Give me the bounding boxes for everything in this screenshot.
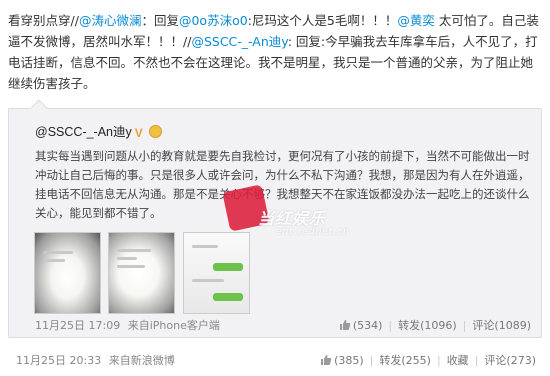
- post-text-segment: :尼玛这个人是5毛啊！！！: [247, 13, 398, 28]
- verified-icon: V: [134, 126, 143, 140]
- divider: |: [462, 318, 467, 332]
- divider: |: [436, 353, 441, 367]
- watermark: 当红娱乐 ent.rednet.cn: [258, 205, 349, 237]
- post-like-count: (385): [334, 353, 364, 367]
- quote-like-button[interactable]: (534): [339, 318, 383, 332]
- post-text-segment: //: [70, 13, 79, 28]
- thumbs-up-icon: [339, 319, 351, 330]
- quote-author: @SSCC-_-An迪y V: [35, 121, 162, 140]
- divider: |: [369, 353, 374, 367]
- post-comment-button[interactable]: 评论(273): [484, 352, 536, 368]
- post-text-segment: ：回复: [141, 13, 179, 28]
- post-actions: (385) | 转发(255) | 收藏 | 评论(273): [320, 352, 536, 368]
- quote-comment-button[interactable]: 评论(1089): [472, 317, 531, 333]
- quote-repost-button[interactable]: 转发(1096): [398, 317, 457, 333]
- quote-source: 来自iPhone客户端: [127, 319, 220, 332]
- divider: |: [388, 318, 393, 332]
- mention-link[interactable]: @0o苏沫o0: [179, 13, 248, 28]
- quote-like-count: (534): [352, 318, 383, 332]
- post-text: 看穿别点穿//@涛心微澜：回复@0o苏沫o0:尼玛这个人是5毛啊！！！@黄奕 太…: [8, 10, 540, 94]
- divider: |: [474, 353, 479, 367]
- post-like-button[interactable]: (385): [320, 354, 364, 367]
- quote-actions: (534) | 转发(1096) | 评论(1089): [339, 317, 531, 333]
- mention-link[interactable]: @黄奕: [397, 13, 435, 28]
- post-repost-button[interactable]: 转发(255): [379, 352, 431, 368]
- quote-pointer: [30, 99, 48, 117]
- quote-author-link[interactable]: @SSCC-_-An迪y: [35, 125, 132, 139]
- watermark-main: 当红娱乐: [258, 209, 327, 228]
- quote-meta: 11月25日 17:09 来自iPhone客户端: [35, 317, 220, 333]
- smile-badge-icon: [148, 125, 162, 138]
- post-favorite-button[interactable]: 收藏: [447, 352, 469, 368]
- mention-link[interactable]: @SSCC-_-An迪y: [191, 34, 287, 49]
- mention-link[interactable]: @涛心微澜: [79, 13, 142, 28]
- post-text-segment: 看穿别点穿: [8, 13, 71, 28]
- post-meta: 11月25日 20:33 来自新浪微博: [16, 352, 175, 368]
- post-source: 来自新浪微博: [108, 354, 175, 367]
- thumbs-up-icon: [321, 354, 332, 365]
- quote-time-link[interactable]: 11月25日 17:09: [35, 319, 120, 332]
- image-thumbnail-1[interactable]: [34, 232, 101, 314]
- image-thumbnail-2[interactable]: [108, 232, 175, 314]
- post-time-link[interactable]: 11月25日 20:33: [16, 354, 101, 367]
- watermark-sub: ent.rednet.cn: [276, 227, 350, 237]
- image-thumbnail-3[interactable]: [183, 232, 250, 314]
